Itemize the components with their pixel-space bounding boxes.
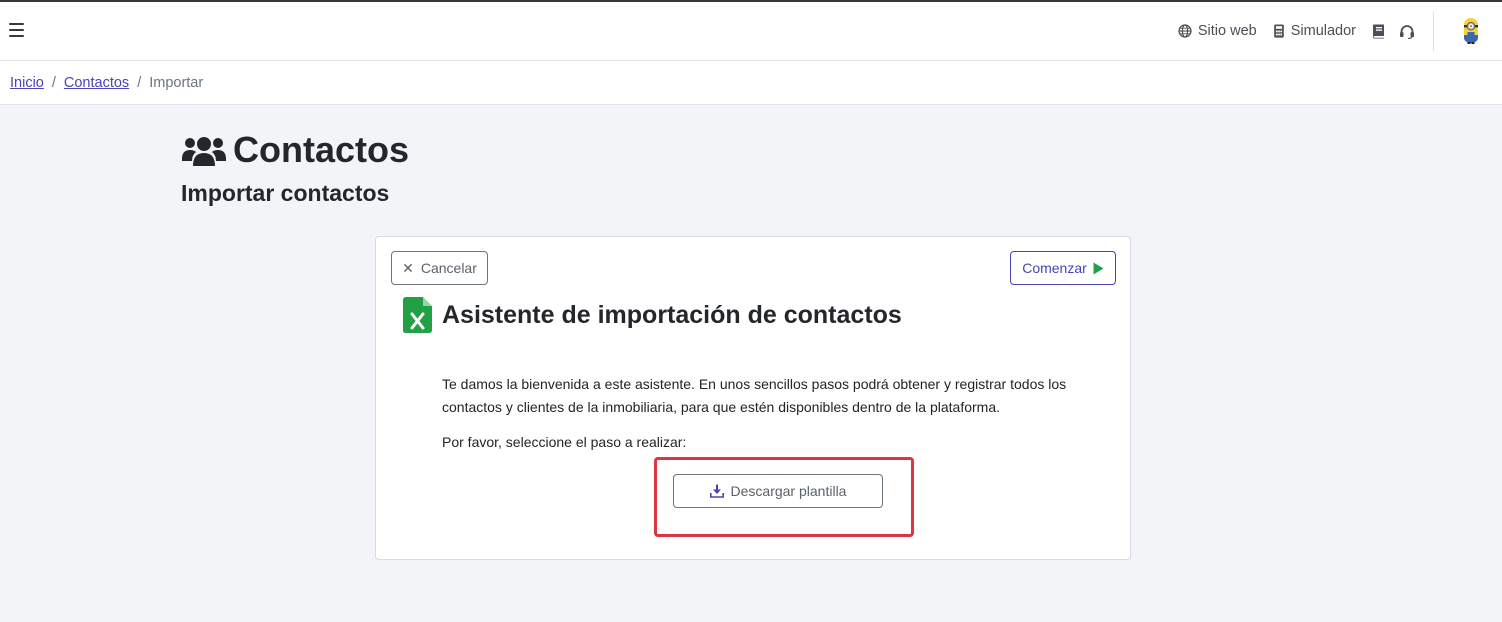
menu-toggle-icon[interactable] [9, 23, 24, 37]
download-icon [709, 484, 724, 498]
page-subtitle: Importar contactos [181, 180, 390, 206]
breadcrumb-current: Importar [149, 74, 204, 91]
breadcrumb-separator: / [137, 74, 142, 91]
start-button[interactable]: Comenzar [1010, 251, 1116, 285]
nav-link-sitio-web[interactable]: Sitio web [1178, 23, 1257, 39]
breadcrumb-link-contactos[interactable]: Contactos [64, 75, 129, 91]
wizard-intro-text: Te damos la bienvenida a este asistente.… [442, 376, 1067, 415]
download-template-label: Descargar plantilla [730, 483, 847, 499]
support-button[interactable] [1399, 24, 1415, 39]
page-title-text: Contactos [233, 129, 410, 170]
navbar-right: Sitio web Simulador [1178, 2, 1502, 60]
wizard-prompt-text: Por favor, seleccione el paso a realizar… [442, 434, 687, 450]
download-template-button[interactable]: Descargar plantilla [673, 474, 883, 508]
globe-icon [1178, 24, 1192, 38]
breadcrumb-link-inicio[interactable]: Inicio [10, 75, 44, 91]
manual-button[interactable] [1372, 24, 1385, 39]
close-icon: ✕ [402, 259, 414, 276]
book-icon [1373, 24, 1384, 38]
page-title: Contactos [181, 126, 409, 174]
page-header: Contactos Importar contactos [181, 126, 409, 207]
import-wizard-card: ✕ Cancelar Comenzar Asistente de importa… [375, 236, 1131, 560]
headset-icon [1400, 24, 1414, 39]
calculator-icon [1273, 24, 1284, 38]
breadcrumb: Inicio / Contactos / Importar [0, 61, 1502, 105]
excel-file-icon [403, 297, 432, 333]
user-avatar-icon [1464, 18, 1478, 44]
play-icon [1093, 262, 1104, 274]
cancel-button[interactable]: ✕ Cancelar [391, 251, 488, 285]
user-avatar[interactable] [1462, 17, 1480, 45]
wizard-body: Te damos la bienvenida a este asistente.… [442, 373, 1092, 466]
navbar-divider [1433, 11, 1434, 51]
nav-link-simulador[interactable]: Simulador [1273, 23, 1356, 39]
wizard-title: Asistente de importación de contactos [403, 297, 902, 333]
start-button-label: Comenzar [1022, 260, 1087, 276]
wizard-title-text: Asistente de importación de contactos [442, 300, 902, 329]
breadcrumb-separator: / [51, 74, 56, 91]
nav-link-label: Sitio web [1197, 23, 1257, 39]
cancel-button-label: Cancelar [420, 260, 477, 276]
top-navbar: Sitio web Simulador [0, 2, 1502, 61]
nav-link-label: Simulador [1290, 23, 1356, 39]
users-icon [182, 137, 226, 166]
